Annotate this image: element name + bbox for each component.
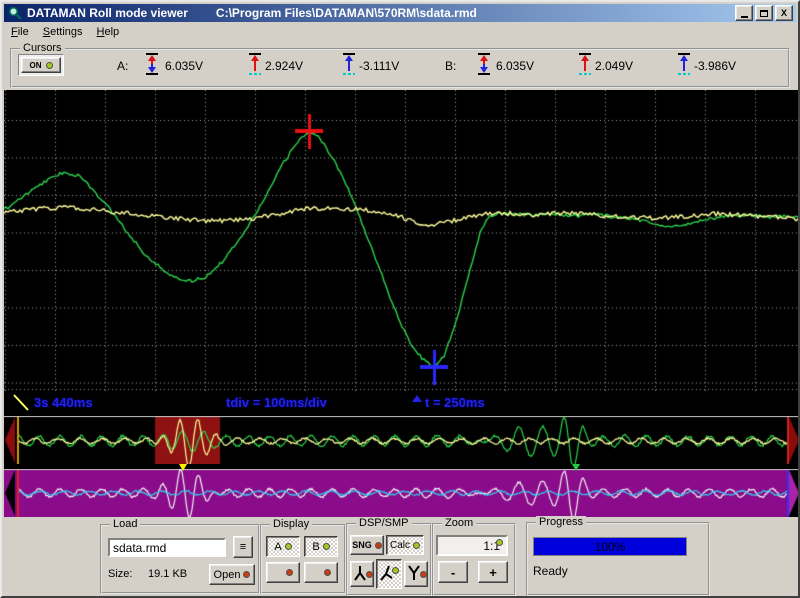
zoom-out-button[interactable]: - bbox=[438, 561, 468, 583]
channel-b-label: B: bbox=[445, 59, 456, 73]
display-b-button[interactable]: B bbox=[304, 536, 338, 557]
strip-position-marker[interactable] bbox=[179, 464, 187, 471]
time-position-label: 3s 440ms bbox=[34, 395, 93, 410]
zoom-group-label: Zoom bbox=[442, 517, 476, 529]
display-aux-b-led bbox=[324, 569, 331, 576]
delta-t-label: t = 250ms bbox=[425, 395, 485, 410]
scope-display[interactable] bbox=[4, 90, 800, 391]
cursor-b-pp-value: 6.035V bbox=[496, 59, 534, 73]
zoom-ratio-display: 1:1 bbox=[436, 535, 508, 556]
display-a-button[interactable]: A bbox=[266, 536, 300, 557]
minimize-button[interactable] bbox=[735, 5, 753, 21]
edge-both-button[interactable] bbox=[376, 559, 402, 589]
cursor-a-max-value: 2.924V bbox=[265, 59, 303, 73]
size-value: 19.1 KB bbox=[148, 568, 187, 580]
calc-led bbox=[413, 542, 420, 549]
channel-a-label: A: bbox=[117, 59, 128, 73]
filename-input[interactable] bbox=[108, 538, 226, 557]
edge-both-led bbox=[392, 567, 399, 574]
minimize-icon bbox=[741, 16, 748, 18]
calc-button[interactable]: Calc bbox=[386, 535, 424, 555]
cursors-on-led bbox=[46, 62, 53, 69]
zoom-groupbox: Zoom bbox=[432, 523, 516, 596]
min-cursor-icon-b bbox=[676, 52, 692, 81]
scope-status-bar: 3s 440ms tdiv = 100ms/div t = 250ms bbox=[4, 391, 800, 416]
cursor-b-max-value: 2.049V bbox=[595, 59, 633, 73]
plus-icon: + bbox=[489, 565, 497, 580]
cursors-panel: Cursors ON A: 6.035V 2.924V -3.111V B: 6… bbox=[4, 42, 796, 90]
menu-item-settings[interactable]: Settings bbox=[36, 24, 90, 40]
progress-groupbox: Progress bbox=[526, 522, 710, 596]
dsp-group-label: DSP/SMP bbox=[356, 517, 412, 529]
menu-bar: File Settings Help bbox=[4, 22, 796, 42]
edge-rising-button[interactable] bbox=[404, 561, 428, 587]
edge-rising-led bbox=[420, 571, 427, 578]
display-aux-a-button[interactable] bbox=[266, 562, 300, 583]
overview-strip-2[interactable] bbox=[4, 469, 800, 517]
max-cursor-icon-a bbox=[247, 52, 263, 81]
display-groupbox: Display bbox=[260, 524, 346, 594]
edge-falling-led bbox=[366, 571, 373, 578]
app-window: DATAMAN Roll mode viewer C:\Program File… bbox=[0, 0, 800, 598]
title-bar[interactable]: DATAMAN Roll mode viewer C:\Program File… bbox=[4, 4, 796, 22]
edge-falling-icon bbox=[352, 564, 367, 585]
display-aux-a-led bbox=[286, 569, 293, 576]
max-cursor-icon-b bbox=[577, 52, 593, 81]
maximize-button[interactable] bbox=[755, 5, 773, 21]
peak-to-peak-icon-b bbox=[476, 52, 492, 81]
minus-icon: - bbox=[451, 565, 455, 580]
strip-position-marker[interactable] bbox=[572, 464, 580, 471]
menu-item-file[interactable]: File bbox=[4, 24, 36, 40]
cursors-on-well: ON bbox=[18, 54, 64, 76]
sng-button[interactable]: SNG bbox=[350, 535, 384, 555]
cursor-b-min-value: -3.986V bbox=[694, 59, 736, 73]
file-list-button[interactable]: ≡ bbox=[233, 536, 253, 558]
edge-rising-icon bbox=[406, 564, 421, 585]
edge-both-icon bbox=[379, 564, 394, 585]
progress-group-label: Progress bbox=[536, 516, 586, 528]
cursors-group-label: Cursors bbox=[20, 42, 65, 54]
close-icon: X bbox=[781, 8, 787, 18]
tdiv-label: tdiv = 100ms/div bbox=[226, 395, 327, 410]
open-button[interactable]: Open bbox=[209, 564, 255, 585]
close-button[interactable]: X bbox=[775, 5, 793, 21]
load-group-label: Load bbox=[110, 518, 140, 530]
min-cursor-icon-a bbox=[341, 52, 357, 81]
ready-status-label: Ready bbox=[533, 564, 568, 578]
maximize-icon bbox=[760, 10, 768, 17]
progress-percent: 100% bbox=[595, 540, 626, 554]
cursor-a-pp-value: 6.035V bbox=[165, 59, 203, 73]
cursors-on-button[interactable]: ON bbox=[21, 57, 61, 73]
zoom-led bbox=[496, 539, 503, 546]
window-file-path: C:\Program Files\DATAMAN\570RM\sdata.rmd bbox=[216, 6, 477, 20]
sng-led bbox=[375, 542, 382, 549]
cursor-a-min-value: -3.111V bbox=[359, 59, 399, 73]
edge-falling-button[interactable] bbox=[350, 561, 374, 587]
delta-icon bbox=[412, 395, 422, 402]
list-icon: ≡ bbox=[240, 541, 246, 553]
display-a-led bbox=[285, 543, 292, 550]
display-aux-b-button[interactable] bbox=[304, 562, 338, 583]
display-group-label: Display bbox=[270, 518, 312, 530]
menu-item-help[interactable]: Help bbox=[90, 24, 127, 40]
window-title: DATAMAN Roll mode viewer bbox=[27, 6, 188, 20]
strip-marker-row bbox=[4, 464, 800, 469]
size-label: Size: bbox=[108, 568, 132, 580]
overview-strip-1[interactable] bbox=[4, 416, 800, 464]
progress-bar: 100% bbox=[533, 537, 687, 556]
slope-icon bbox=[12, 393, 30, 416]
magnifier-icon bbox=[8, 6, 22, 20]
zoom-in-button[interactable]: + bbox=[478, 561, 508, 583]
peak-to-peak-icon-a bbox=[144, 52, 160, 81]
display-b-led bbox=[323, 543, 330, 550]
open-led bbox=[243, 571, 250, 578]
